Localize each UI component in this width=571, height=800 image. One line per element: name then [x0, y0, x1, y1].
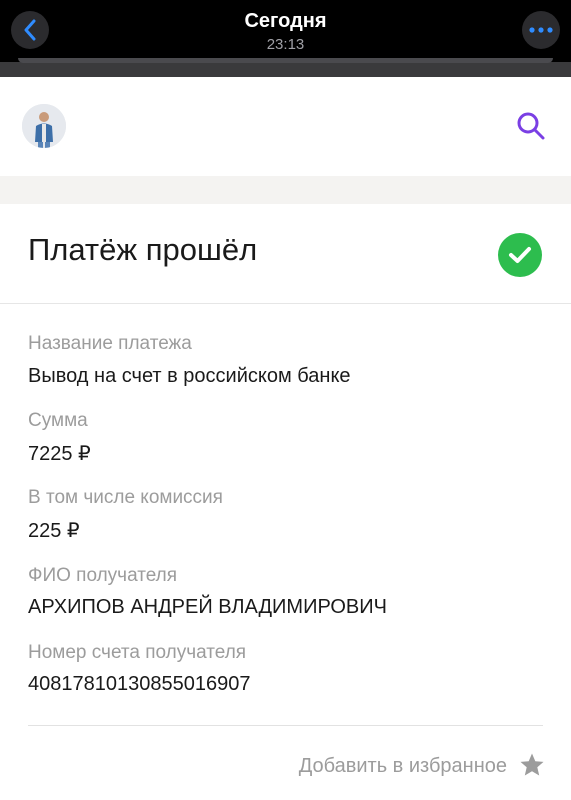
chat-time: 23:13	[266, 36, 305, 53]
user-avatar[interactable]	[22, 104, 66, 148]
add-to-favorites-button[interactable]: Добавить в избранное	[299, 755, 507, 778]
detail-value-commission: 225 ₽	[28, 520, 80, 542]
status-title: Платёж прошёл	[28, 232, 258, 267]
search-button[interactable]	[514, 109, 548, 143]
payment-status: Платёж прошёл	[0, 204, 571, 304]
detail-label-amount: Сумма	[28, 410, 88, 431]
search-icon	[517, 112, 545, 140]
payment-header	[0, 77, 571, 176]
top-bar: Сегодня 23:13	[0, 0, 571, 62]
detail-label-payment-name: Название платежа	[28, 333, 192, 354]
detail-label-account-number: Номер счета получателя	[28, 642, 247, 663]
detail-value-recipient-name: АРХИПОВ АНДРЕЙ ВЛАДИМИРОВИЧ	[28, 596, 387, 618]
detail-value-amount: 7225 ₽	[28, 443, 91, 465]
message-bubble-edge	[0, 62, 571, 77]
section-separator	[0, 176, 571, 204]
detail-label-commission: В том числе комиссия	[28, 487, 223, 508]
divider	[28, 725, 543, 726]
chat-title: Сегодня	[244, 10, 327, 32]
star-icon[interactable]	[519, 752, 545, 778]
avatar-image	[22, 104, 66, 148]
detail-value-payment-name: Вывод на счет в российском банке	[28, 365, 351, 387]
ellipsis-icon	[529, 27, 553, 33]
detail-value-account-number: 40817810130855016907	[28, 673, 251, 695]
bubble-shadow	[18, 58, 553, 63]
check-circle-icon	[498, 233, 542, 277]
more-button[interactable]	[522, 11, 560, 49]
detail-label-recipient-name: ФИО получателя	[28, 565, 178, 586]
